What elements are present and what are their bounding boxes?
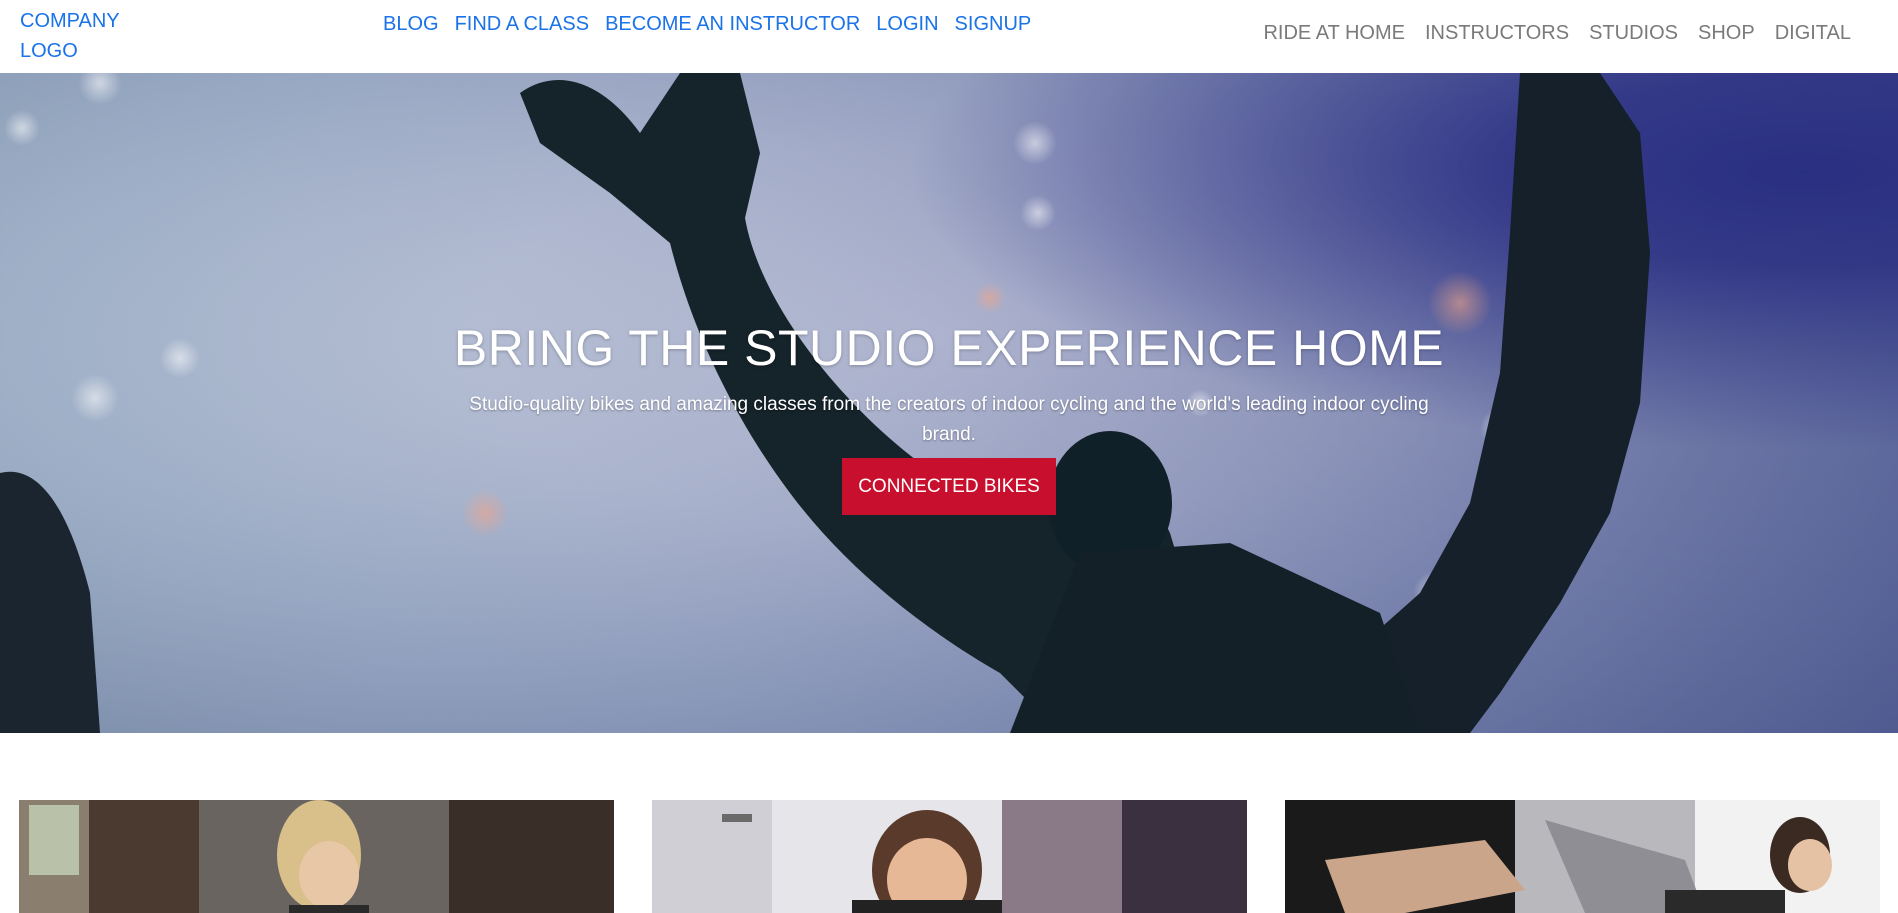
site-header: COMPANY LOGO BLOG FIND A CLASS BECOME AN… <box>0 0 1898 73</box>
nav-link-login[interactable]: LOGIN <box>876 10 938 38</box>
company-logo-link[interactable]: COMPANY LOGO <box>20 6 140 66</box>
nav-link-instructors[interactable]: INSTRUCTORS <box>1425 19 1569 47</box>
rider-smiling-image <box>652 800 1247 913</box>
hero-subtitle: Studio-quality bikes and amazing classes… <box>469 394 1429 445</box>
feature-cards <box>0 800 1898 913</box>
feature-card-image-1[interactable] <box>19 800 614 913</box>
rider-woman-image <box>19 800 614 913</box>
nav-link-studios[interactable]: STUDIOS <box>1589 19 1678 47</box>
nav-link-digital[interactable]: DIGITAL <box>1775 19 1851 47</box>
primary-nav: BLOG FIND A CLASS BECOME AN INSTRUCTOR L… <box>383 10 1031 38</box>
instructor-class-image <box>1285 800 1880 913</box>
secondary-nav: RIDE AT HOME INSTRUCTORS STUDIOS SHOP DI… <box>1263 19 1851 47</box>
nav-link-ride-at-home[interactable]: RIDE AT HOME <box>1263 19 1405 47</box>
nav-link-find-a-class[interactable]: FIND A CLASS <box>455 10 590 38</box>
hero-banner: BRING THE STUDIO EXPERIENCE HOME Studio-… <box>0 73 1898 733</box>
nav-link-become-an-instructor[interactable]: BECOME AN INSTRUCTOR <box>605 10 860 38</box>
hero-title: BRING THE STUDIO EXPERIENCE HOME <box>453 320 1445 376</box>
feature-card-image-2[interactable] <box>652 800 1247 913</box>
nav-link-signup[interactable]: SIGNUP <box>955 10 1032 38</box>
hero-content: BRING THE STUDIO EXPERIENCE HOME Studio-… <box>0 318 1898 515</box>
nav-link-shop[interactable]: SHOP <box>1698 19 1755 47</box>
nav-link-blog[interactable]: BLOG <box>383 10 439 38</box>
connected-bikes-button[interactable]: CONNECTED BIKES <box>842 458 1056 515</box>
feature-card-image-3[interactable] <box>1285 800 1880 913</box>
